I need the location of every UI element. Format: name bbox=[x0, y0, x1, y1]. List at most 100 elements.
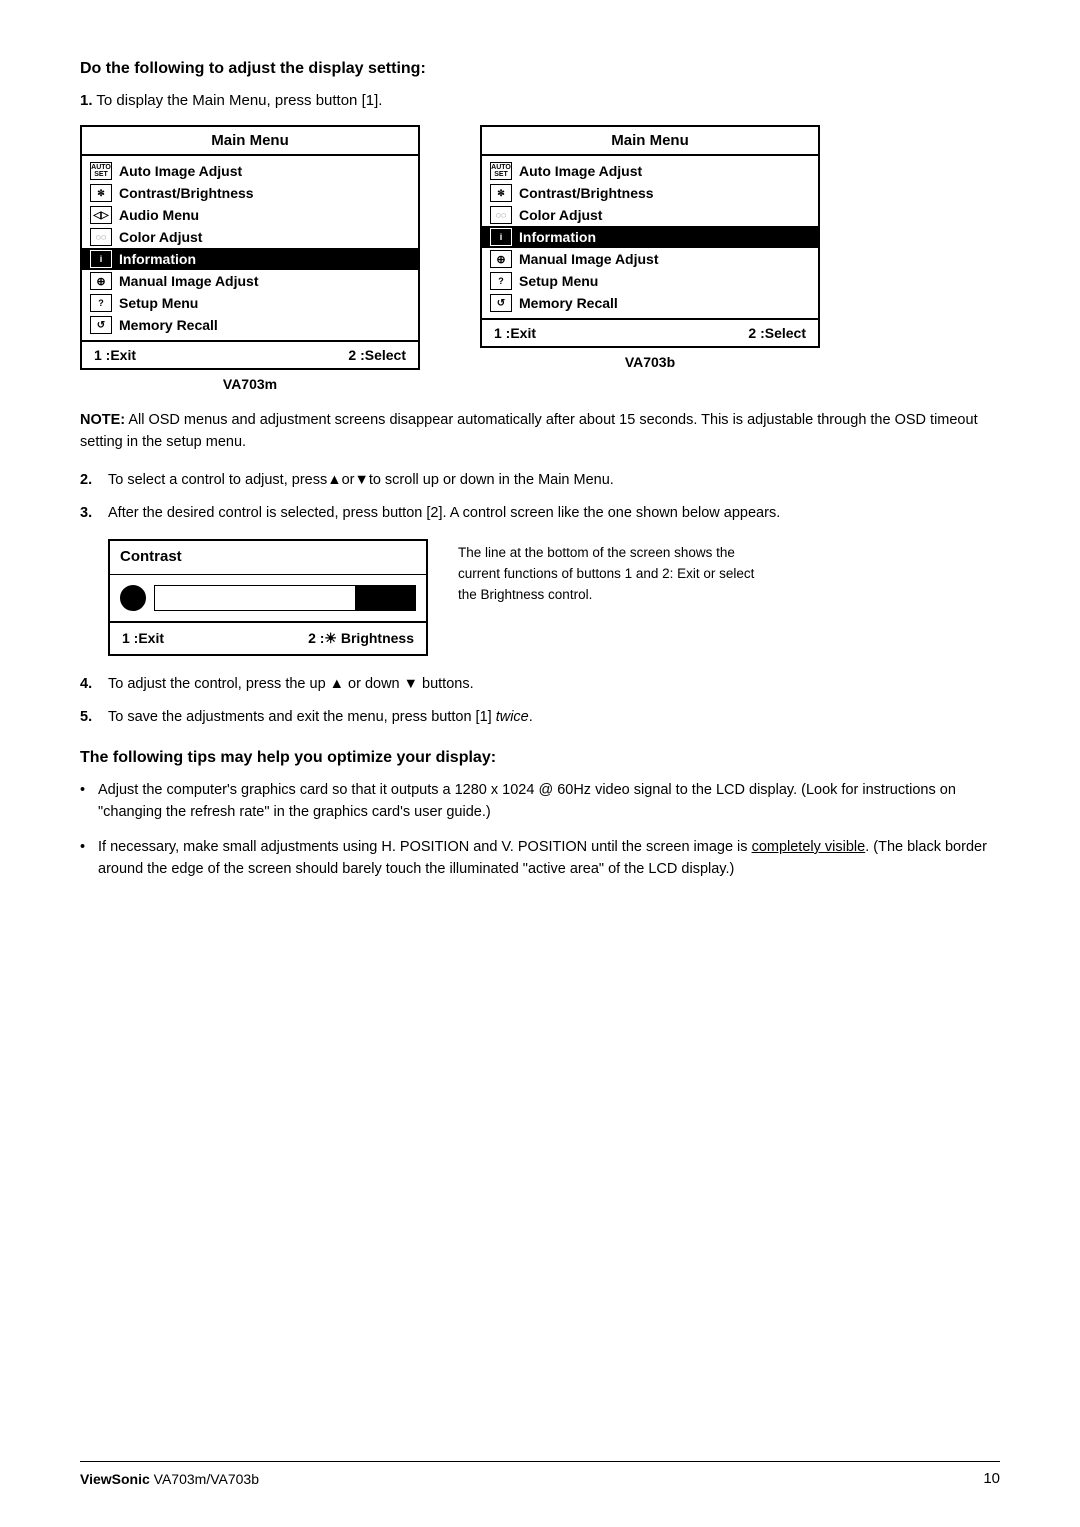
recall-label-left: Memory Recall bbox=[119, 317, 218, 333]
auto-adjust-label-left: Auto Image Adjust bbox=[119, 163, 242, 179]
step5-text: To save the adjustments and exit the men… bbox=[108, 709, 533, 725]
menus-row: Main Menu AUTOSET Auto Image Adjust ✼ Co… bbox=[80, 125, 1000, 392]
menu-item-audio-left: ◁▷ Audio Menu bbox=[82, 204, 418, 226]
step3-number: 3. bbox=[80, 503, 92, 525]
contrast-exit: 1 :Exit bbox=[122, 628, 164, 649]
menu-right-title: Main Menu bbox=[482, 127, 818, 156]
tip2: If necessary, make small adjustments usi… bbox=[80, 836, 1000, 881]
contrast-bar-row bbox=[110, 575, 426, 621]
menu-item-setup-left: ? Setup Menu bbox=[82, 292, 418, 314]
tips-list: Adjust the computer's graphics card so t… bbox=[80, 779, 1000, 881]
tip2-before: If necessary, make small adjustments usi… bbox=[98, 839, 752, 855]
step3-text: After the desired control is selected, p… bbox=[108, 505, 780, 521]
menu-left-items: AUTOSET Auto Image Adjust ✼ Contrast/Bri… bbox=[82, 156, 418, 340]
info-label-right: Information bbox=[519, 229, 596, 245]
menu-left-title: Main Menu bbox=[82, 127, 418, 156]
model-label-right: VA703b bbox=[480, 354, 820, 370]
info-label-left: Information bbox=[119, 251, 196, 267]
menu-right-box: Main Menu AUTOSET Auto Image Adjust ✼ Co… bbox=[480, 125, 820, 348]
menu-item-contrast-right: ✼ Contrast/Brightness bbox=[482, 182, 818, 204]
step2: 2. To select a control to adjust, press▲… bbox=[80, 470, 1000, 492]
menu-right-select: 2 :Select bbox=[748, 325, 806, 341]
menu-item-color-right: ◌◌ Color Adjust bbox=[482, 204, 818, 226]
color-icon-right: ◌◌ bbox=[490, 206, 512, 224]
menu-left-exit: 1 :Exit bbox=[94, 347, 136, 363]
section-heading: Do the following to adjust the display s… bbox=[80, 60, 1000, 78]
contrast-brightness: 2 :☀ Brightness bbox=[308, 628, 414, 649]
auto-adjust-label-right: Auto Image Adjust bbox=[519, 163, 642, 179]
step4-number: 4. bbox=[80, 674, 92, 696]
menu-item-auto-adjust-left: AUTOSET Auto Image Adjust bbox=[82, 160, 418, 182]
manual-label-right: Manual Image Adjust bbox=[519, 251, 659, 267]
menu-item-info-right: i Information bbox=[482, 226, 818, 248]
step5-italic: twice bbox=[496, 709, 529, 725]
menu-item-manual-right: ⊕ Manual Image Adjust bbox=[482, 248, 818, 270]
contrast-circle-icon bbox=[120, 585, 146, 611]
manual-icon-right: ⊕ bbox=[490, 250, 512, 268]
contrast-bar-fill bbox=[355, 586, 415, 610]
contrast-note: The line at the bottom of the screen sho… bbox=[458, 539, 768, 606]
contrast-bar-track bbox=[154, 585, 416, 611]
step1-text: To display the Main Menu, press button [… bbox=[96, 92, 382, 109]
menu-item-auto-adjust-right: AUTOSET Auto Image Adjust bbox=[482, 160, 818, 182]
footer-model-text: VA703m/VA703b bbox=[154, 1471, 259, 1487]
setup-icon-right: ? bbox=[490, 272, 512, 290]
setup-icon-left: ? bbox=[90, 294, 112, 312]
audio-icon-left: ◁▷ bbox=[90, 206, 112, 224]
step3: 3. After the desired control is selected… bbox=[80, 503, 1000, 655]
menu-item-setup-right: ? Setup Menu bbox=[482, 270, 818, 292]
menu-left-footer: 1 :Exit 2 :Select bbox=[82, 340, 418, 368]
note-block: NOTE: All OSD menus and adjustment scree… bbox=[80, 410, 1000, 454]
contrast-label-right: Contrast/Brightness bbox=[519, 185, 654, 201]
contrast-box-footer: 1 :Exit 2 :☀ Brightness bbox=[110, 621, 426, 654]
menu-right-exit: 1 :Exit bbox=[494, 325, 536, 341]
auto-set-icon-right: AUTOSET bbox=[490, 162, 512, 180]
auto-set-icon-left: AUTOSET bbox=[90, 162, 112, 180]
step5: 5. To save the adjustments and exit the … bbox=[80, 707, 1000, 729]
menu-left-select: 2 :Select bbox=[348, 347, 406, 363]
contrast-label-left: Contrast/Brightness bbox=[119, 185, 254, 201]
menu-item-contrast-left: ✼ Contrast/Brightness bbox=[82, 182, 418, 204]
menu-item-info-left: i Information bbox=[82, 248, 418, 270]
setup-label-right: Setup Menu bbox=[519, 273, 598, 289]
contrast-icon-right: ✼ bbox=[490, 184, 512, 202]
note-text: All OSD menus and adjustment screens dis… bbox=[80, 412, 978, 450]
step1-number: 1. bbox=[80, 92, 93, 109]
footer-brand-model: ViewSonic VA703m/VA703b bbox=[80, 1471, 259, 1487]
step2-number: 2. bbox=[80, 470, 92, 492]
setup-label-left: Setup Menu bbox=[119, 295, 198, 311]
note-label: NOTE: bbox=[80, 412, 125, 428]
menu-item-manual-left: ⊕ Manual Image Adjust bbox=[82, 270, 418, 292]
menu-right-footer: 1 :Exit 2 :Select bbox=[482, 318, 818, 346]
steps-list: 2. To select a control to adjust, press▲… bbox=[80, 470, 1000, 730]
menu-right-container: Main Menu AUTOSET Auto Image Adjust ✼ Co… bbox=[480, 125, 820, 370]
manual-label-left: Manual Image Adjust bbox=[119, 273, 259, 289]
recall-icon-right: ↺ bbox=[490, 294, 512, 312]
contrast-box: Contrast 1 :Exit 2 :☀ Brightness bbox=[108, 539, 428, 656]
step1-intro: 1. To display the Main Menu, press butto… bbox=[80, 92, 1000, 109]
contrast-section: Contrast 1 :Exit 2 :☀ Brightness The lin… bbox=[108, 539, 1000, 656]
recall-label-right: Memory Recall bbox=[519, 295, 618, 311]
model-label-left: VA703m bbox=[80, 376, 420, 392]
footer-bar: ViewSonic VA703m/VA703b 10 bbox=[80, 1461, 1000, 1487]
recall-icon-left: ↺ bbox=[90, 316, 112, 334]
step2-text: To select a control to adjust, press▲or▼… bbox=[108, 472, 614, 488]
info-icon-right: i bbox=[490, 228, 512, 246]
step4: 4. To adjust the control, press the up ▲… bbox=[80, 674, 1000, 696]
color-label-left: Color Adjust bbox=[119, 229, 202, 245]
color-label-right: Color Adjust bbox=[519, 207, 602, 223]
menu-item-recall-right: ↺ Memory Recall bbox=[482, 292, 818, 314]
page-number: 10 bbox=[983, 1470, 1000, 1487]
tip2-underline: completely visible bbox=[752, 839, 866, 855]
tips-heading: The following tips may help you optimize… bbox=[80, 749, 1000, 767]
step5-number: 5. bbox=[80, 707, 92, 729]
color-icon-left: ◌◌ bbox=[90, 228, 112, 246]
menu-item-recall-left: ↺ Memory Recall bbox=[82, 314, 418, 336]
tip1: Adjust the computer's graphics card so t… bbox=[80, 779, 1000, 824]
menu-right-items: AUTOSET Auto Image Adjust ✼ Contrast/Bri… bbox=[482, 156, 818, 318]
menu-left-box: Main Menu AUTOSET Auto Image Adjust ✼ Co… bbox=[80, 125, 420, 370]
info-icon-left: i bbox=[90, 250, 112, 268]
contrast-icon-left: ✼ bbox=[90, 184, 112, 202]
step4-text: To adjust the control, press the up ▲ or… bbox=[108, 676, 474, 692]
manual-icon-left: ⊕ bbox=[90, 272, 112, 290]
